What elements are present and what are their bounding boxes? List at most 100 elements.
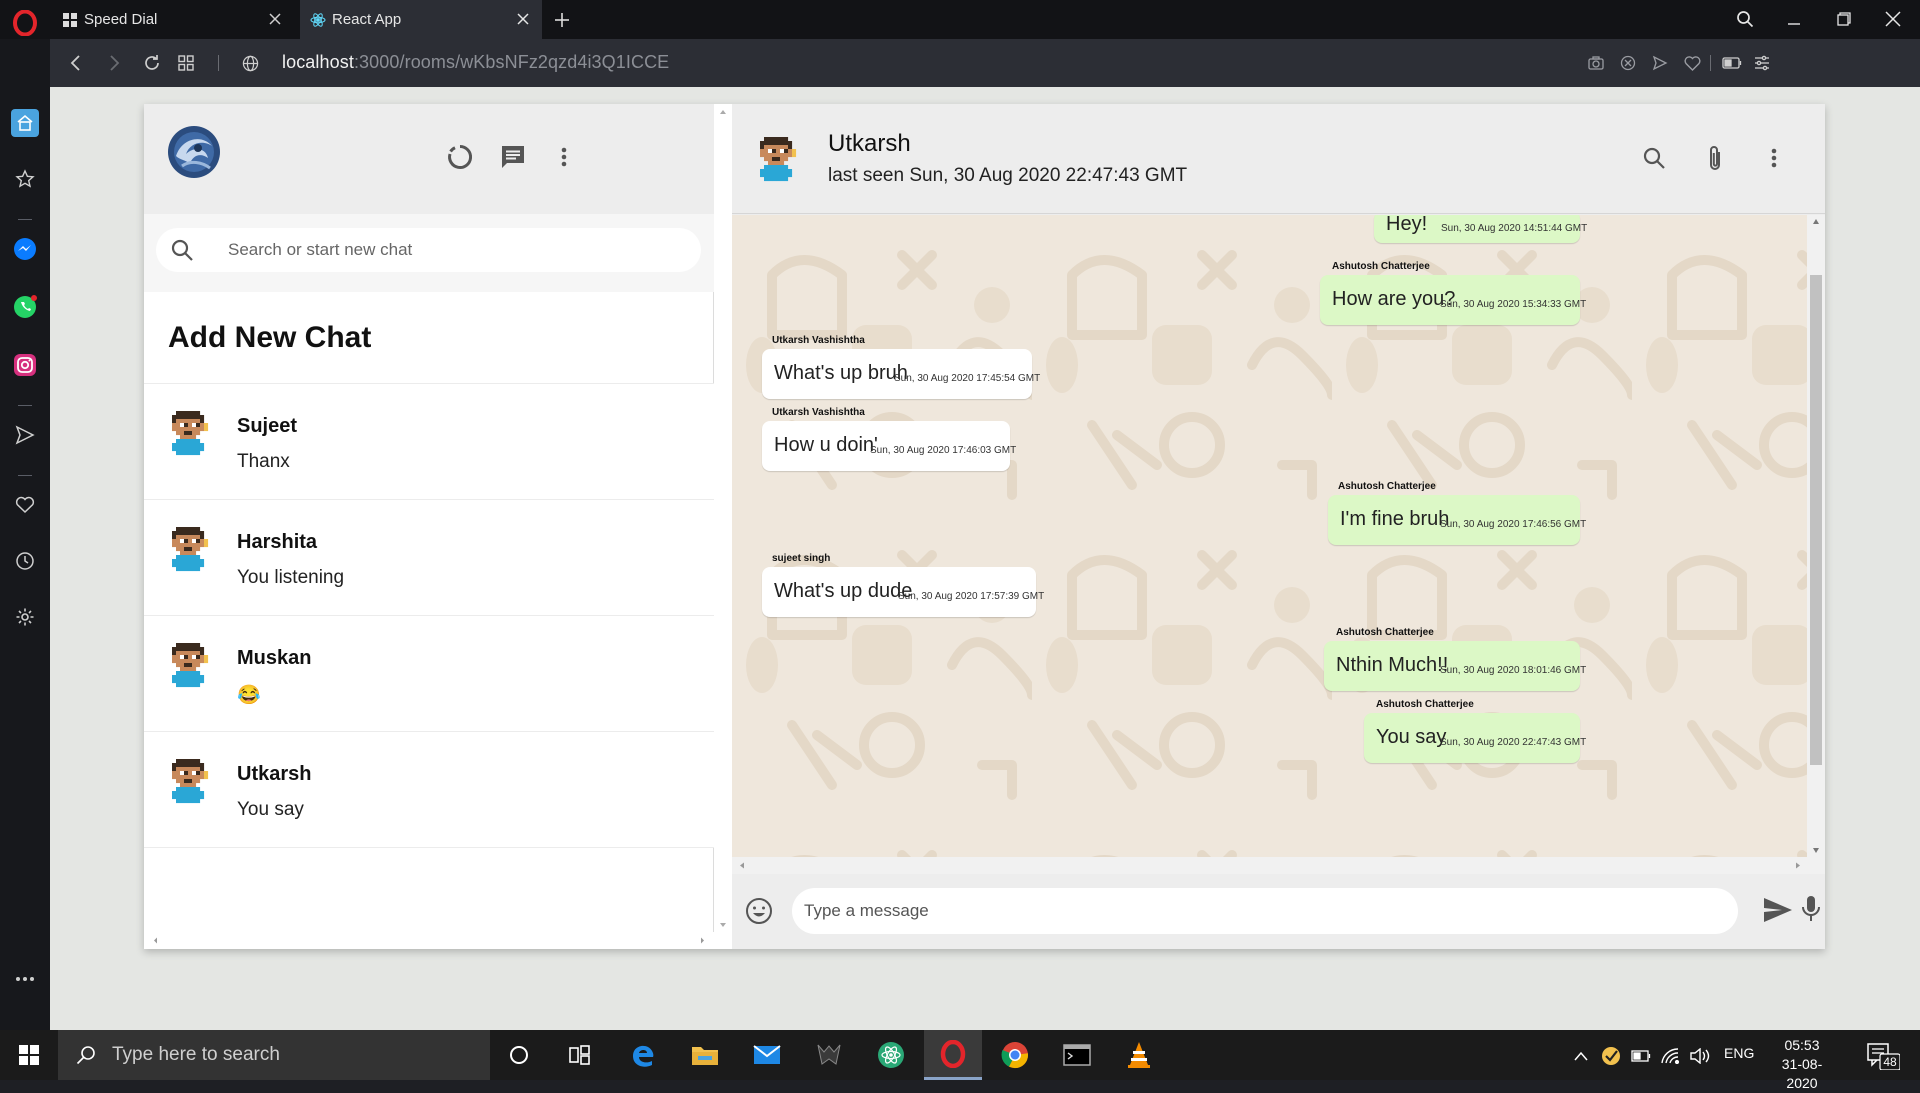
easy-setup-icon[interactable] — [1752, 53, 1772, 73]
windows-taskbar: Type here to search ENG 05:53 31-08-2020… — [0, 1030, 1920, 1091]
file-explorer-icon[interactable] — [676, 1030, 734, 1080]
messages-horizontal-scrollbar[interactable] — [732, 857, 1825, 874]
home-icon[interactable] — [11, 109, 39, 137]
restore-icon[interactable] — [1829, 6, 1859, 32]
add-new-chat-button[interactable]: Add New Chat — [144, 292, 714, 384]
search-input[interactable] — [228, 228, 678, 272]
message-text: What's up dude — [774, 580, 913, 602]
url-field[interactable]: localhost:3000/rooms/wKbsNFz2qzd4i3Q1ICC… — [282, 52, 669, 73]
address-divider — [1710, 55, 1711, 71]
system-clock[interactable]: 05:53 31-08-2020 — [1767, 1036, 1837, 1093]
volume-icon[interactable] — [1689, 1045, 1711, 1067]
taskbar-search-box[interactable]: Type here to search — [58, 1030, 490, 1080]
tab-react-app[interactable]: React App — [300, 0, 542, 39]
tab-speed-dial[interactable]: Speed Dial — [52, 0, 294, 39]
new-tab-plus-icon[interactable] — [550, 8, 574, 32]
windows-start-icon[interactable] — [0, 1030, 58, 1080]
close-tab-icon[interactable] — [514, 10, 532, 28]
microphone-icon[interactable] — [1800, 894, 1828, 928]
sidebar-divider — [18, 219, 32, 220]
message-sender: Ashutosh Chatterjee — [1332, 261, 1430, 272]
status-icon[interactable] — [444, 141, 476, 173]
sidebar-search — [144, 214, 714, 292]
sidebar-vertical-scrollbar[interactable] — [714, 104, 732, 949]
message-timestamp: Sun, 30 Aug 2020 18:01:46 GMT — [1440, 665, 1587, 676]
terminal-icon[interactable] — [1048, 1030, 1106, 1080]
send-icon[interactable] — [1762, 896, 1794, 928]
cortana-icon[interactable] — [490, 1030, 548, 1080]
emoji-smiley-icon[interactable] — [744, 896, 774, 926]
mail-icon[interactable] — [738, 1030, 796, 1080]
message-bubble[interactable]: Hey! Sun, 30 Aug 2020 14:51:44 GMT — [1374, 215, 1587, 243]
predator-sense-icon[interactable] — [800, 1030, 858, 1080]
chat-list-item[interactable]: Sujeet Thanx — [144, 384, 714, 500]
edge-browser-icon[interactable] — [614, 1030, 672, 1080]
attach-file-icon[interactable] — [1699, 142, 1731, 174]
history-clock-icon[interactable] — [11, 547, 39, 575]
share-send-icon[interactable] — [1650, 53, 1670, 73]
tabs-overview-icon[interactable] — [174, 51, 198, 75]
more-vert-icon[interactable] — [1758, 142, 1790, 174]
message-bubble[interactable]: Nthin Much!! Sun, 30 Aug 2020 18:01:46 G… — [1324, 641, 1586, 691]
battery-icon[interactable] — [1630, 1045, 1652, 1067]
heart-personal-news-icon[interactable] — [11, 491, 39, 519]
message-bubble[interactable]: How u doin' Sun, 30 Aug 2020 17:46:03 GM… — [762, 421, 1016, 471]
scrollbar-thumb[interactable] — [1810, 275, 1822, 765]
whatsapp-icon[interactable] — [11, 293, 39, 321]
chat-list-item[interactable]: Muskan 😂 — [144, 616, 714, 732]
message-bubble[interactable]: You say Sun, 30 Aug 2020 22:47:43 GMT — [1364, 713, 1586, 763]
action-center-icon[interactable]: 48 — [1866, 1042, 1900, 1070]
chat-list-item[interactable]: Harshita You listening — [144, 500, 714, 616]
minimize-icon[interactable] — [1779, 6, 1809, 32]
more-vert-icon[interactable] — [548, 141, 580, 173]
close-window-icon[interactable] — [1878, 6, 1908, 32]
message-list[interactable]: Hey! Sun, 30 Aug 2020 14:51:44 GMT Ashut… — [732, 215, 1807, 857]
ad-block-icon[interactable] — [1618, 53, 1638, 73]
battery-saver-icon[interactable] — [1722, 53, 1742, 73]
message-bubble[interactable]: What's up dude Sun, 30 Aug 2020 17:57:39… — [762, 567, 1044, 617]
new-chat-message-icon[interactable] — [497, 141, 529, 173]
flow-send-icon[interactable] — [11, 421, 39, 449]
settings-gear-icon[interactable] — [11, 603, 39, 631]
speed-dial-grid-icon — [62, 12, 78, 28]
forward-icon[interactable] — [102, 51, 126, 75]
input-language-indicator[interactable]: ENG — [1724, 1045, 1754, 1061]
globe-icon[interactable] — [238, 51, 262, 75]
opera-logo-icon[interactable] — [8, 6, 42, 40]
more-dots-icon[interactable] — [11, 965, 39, 993]
chrome-icon[interactable] — [986, 1030, 1044, 1080]
search-messages-icon[interactable] — [1638, 142, 1670, 174]
task-view-icon[interactable] — [551, 1030, 609, 1080]
user-avatar[interactable] — [168, 126, 220, 178]
chat-last-message: Thanx — [237, 451, 290, 472]
camera-icon[interactable] — [1586, 53, 1606, 73]
show-hidden-icons-chevron-icon[interactable] — [1570, 1045, 1592, 1067]
message-text: How are you? — [1332, 288, 1456, 310]
chat-list-item[interactable]: Utkarsh You say — [144, 732, 714, 848]
contact-name: Utkarsh — [828, 130, 911, 157]
heart-bookmark-icon[interactable] — [1682, 53, 1702, 73]
messenger-icon[interactable] — [11, 235, 39, 263]
messages-vertical-scrollbar[interactable] — [1807, 215, 1825, 857]
message-sender: sujeet singh — [772, 553, 831, 564]
back-icon[interactable] — [64, 51, 88, 75]
norton-tray-icon[interactable] — [1600, 1045, 1622, 1067]
opera-taskbar-icon[interactable] — [924, 1030, 982, 1080]
browser-search-icon[interactable] — [1730, 6, 1760, 32]
sidebar-horizontal-scrollbar[interactable] — [144, 932, 714, 949]
search-icon — [170, 238, 194, 262]
message-bubble[interactable]: How are you? Sun, 30 Aug 2020 15:34:33 G… — [1320, 275, 1586, 325]
avatar — [168, 526, 212, 576]
atom-editor-icon[interactable] — [862, 1030, 920, 1080]
vlc-icon[interactable] — [1110, 1030, 1168, 1080]
close-tab-icon[interactable] — [266, 10, 284, 28]
message-input[interactable] — [792, 888, 1738, 934]
message-bubble[interactable]: I'm fine bruh Sun, 30 Aug 2020 17:46:56 … — [1328, 495, 1586, 545]
message-bubble[interactable]: What's up bruh Sun, 30 Aug 2020 17:45:54… — [762, 349, 1040, 399]
reload-icon[interactable] — [140, 51, 164, 75]
message-timestamp: Sun, 30 Aug 2020 17:46:03 GMT — [870, 445, 1017, 456]
contact-avatar[interactable] — [756, 136, 800, 186]
star-bookmarks-icon[interactable] — [11, 165, 39, 193]
wifi-icon[interactable] — [1660, 1045, 1682, 1067]
instagram-icon[interactable] — [11, 351, 39, 379]
